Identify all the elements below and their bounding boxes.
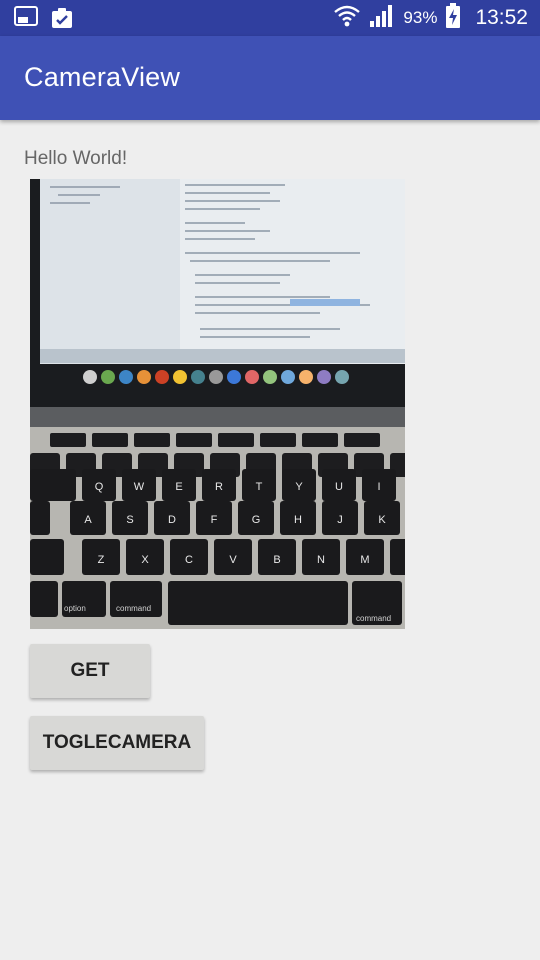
svg-text:X: X: [141, 554, 149, 566]
svg-text:C: C: [185, 554, 193, 566]
svg-text:W: W: [134, 481, 145, 493]
svg-text:S: S: [126, 514, 133, 526]
svg-text:R: R: [215, 481, 223, 493]
svg-text:F: F: [211, 514, 218, 526]
toggle-camera-button[interactable]: TOGLECAMERA: [30, 716, 204, 770]
battery-charging-icon: [445, 2, 461, 34]
svg-text:J: J: [337, 514, 343, 526]
svg-text:V: V: [229, 554, 237, 566]
app-bar: CameraView: [0, 36, 540, 120]
svg-text:U: U: [335, 481, 343, 493]
camera-preview: Q W E R T Y U I A S D F G H J K Z X C V B N M option c…: [30, 179, 405, 629]
battery-percent: 93%: [403, 8, 438, 27]
svg-text:Z: Z: [98, 554, 105, 566]
svg-text:B: B: [273, 554, 280, 566]
svg-text:D: D: [168, 514, 176, 526]
svg-text:Q: Q: [95, 481, 104, 493]
hello-text: Hello World!: [24, 148, 128, 169]
svg-text:T: T: [256, 481, 263, 493]
clipboard-check-icon: [50, 6, 74, 35]
svg-text:N: N: [317, 554, 325, 566]
clock: 13:52: [475, 6, 528, 29]
svg-text:K: K: [378, 514, 386, 526]
svg-text:option: option: [64, 604, 86, 613]
app-title: CameraView: [24, 62, 181, 92]
svg-text:A: A: [84, 514, 92, 526]
svg-text:Y: Y: [295, 481, 303, 493]
wifi-icon: [333, 4, 361, 33]
svg-text:command: command: [356, 614, 391, 623]
svg-text:E: E: [175, 481, 182, 493]
screenshot-icon: [14, 6, 38, 35]
svg-text:command: command: [116, 604, 151, 613]
svg-text:G: G: [252, 514, 261, 526]
svg-text:H: H: [294, 514, 302, 526]
svg-text:I: I: [377, 481, 380, 493]
status-bar: 93% 13:52: [0, 0, 540, 36]
cell-signal-icon: [369, 4, 395, 33]
svg-text:M: M: [360, 554, 369, 566]
get-button[interactable]: GET: [30, 644, 150, 698]
